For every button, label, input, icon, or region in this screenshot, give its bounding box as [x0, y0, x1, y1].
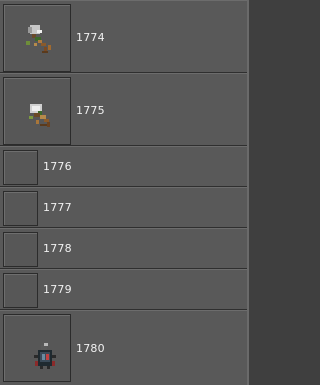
empty-slot-icon — [3, 191, 38, 226]
empty-slot-icon — [3, 273, 38, 308]
item-id-label: 1777 — [43, 201, 72, 214]
list-item-1774[interactable]: 1774 — [0, 0, 247, 73]
item-id-label: 1780 — [76, 342, 105, 355]
empty-slot-icon — [3, 150, 38, 185]
list-item-1775[interactable]: 1775 — [0, 73, 247, 146]
beetle-creature-sprite-icon — [34, 343, 56, 369]
item-id-label: 1775 — [76, 104, 105, 117]
sprite-thumbnail — [3, 4, 71, 72]
sprite-thumbnail — [3, 77, 71, 145]
sprite-list: 1774 1775 1776 1777 1778 1779 1780 — [0, 0, 249, 385]
list-item-1778[interactable]: 1778 — [0, 228, 247, 269]
list-item-1780[interactable]: 1780 — [0, 310, 247, 385]
item-id-label: 1776 — [43, 160, 72, 173]
axe-creature-sprite-icon — [26, 25, 51, 53]
item-id-label: 1774 — [76, 31, 105, 44]
item-id-label: 1778 — [43, 242, 72, 255]
sprite-thumbnail — [3, 314, 71, 382]
list-item-1777[interactable]: 1777 — [0, 187, 247, 228]
item-id-label: 1779 — [43, 283, 72, 296]
list-item-1779[interactable]: 1779 — [0, 269, 247, 310]
list-item-1776[interactable]: 1776 — [0, 146, 247, 187]
hammer-creature-sprite-icon — [29, 104, 50, 127]
empty-slot-icon — [3, 232, 38, 267]
